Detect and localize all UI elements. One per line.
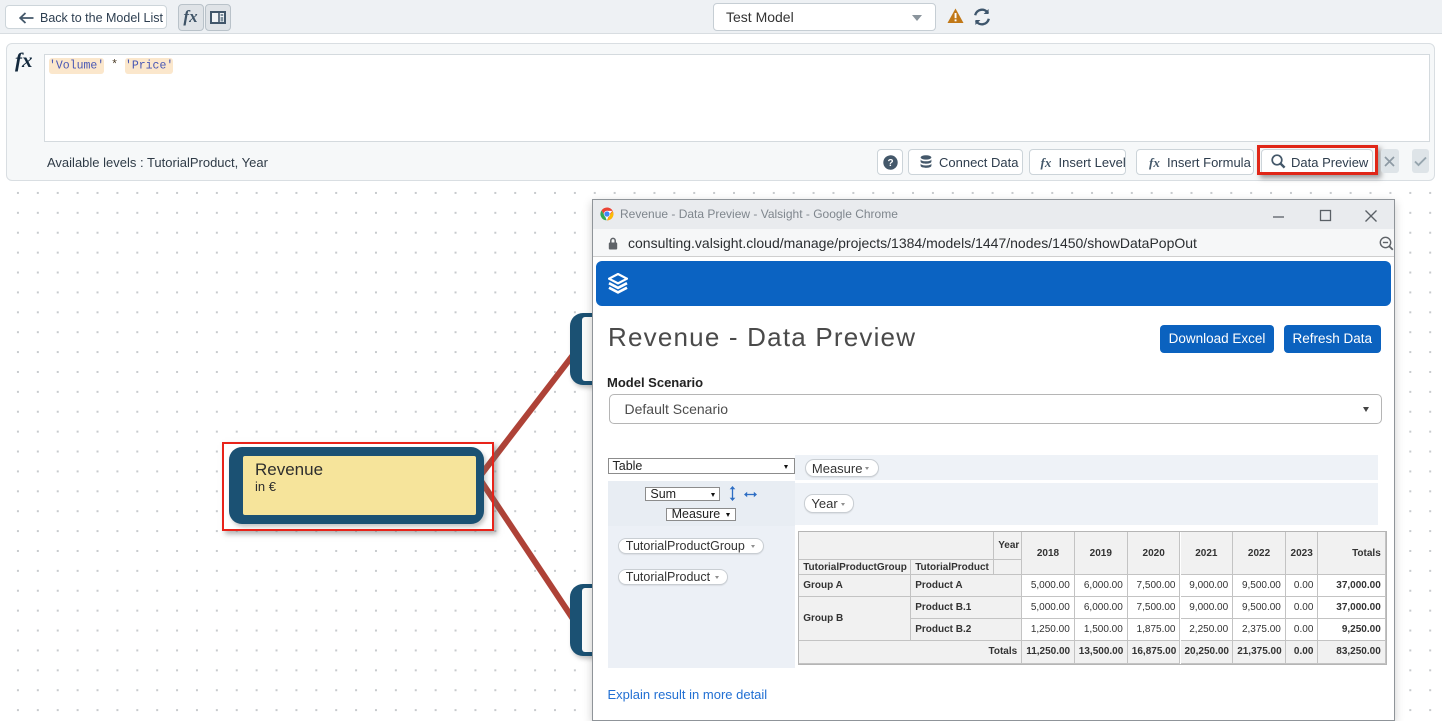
svg-text:?: ? — [887, 158, 893, 169]
